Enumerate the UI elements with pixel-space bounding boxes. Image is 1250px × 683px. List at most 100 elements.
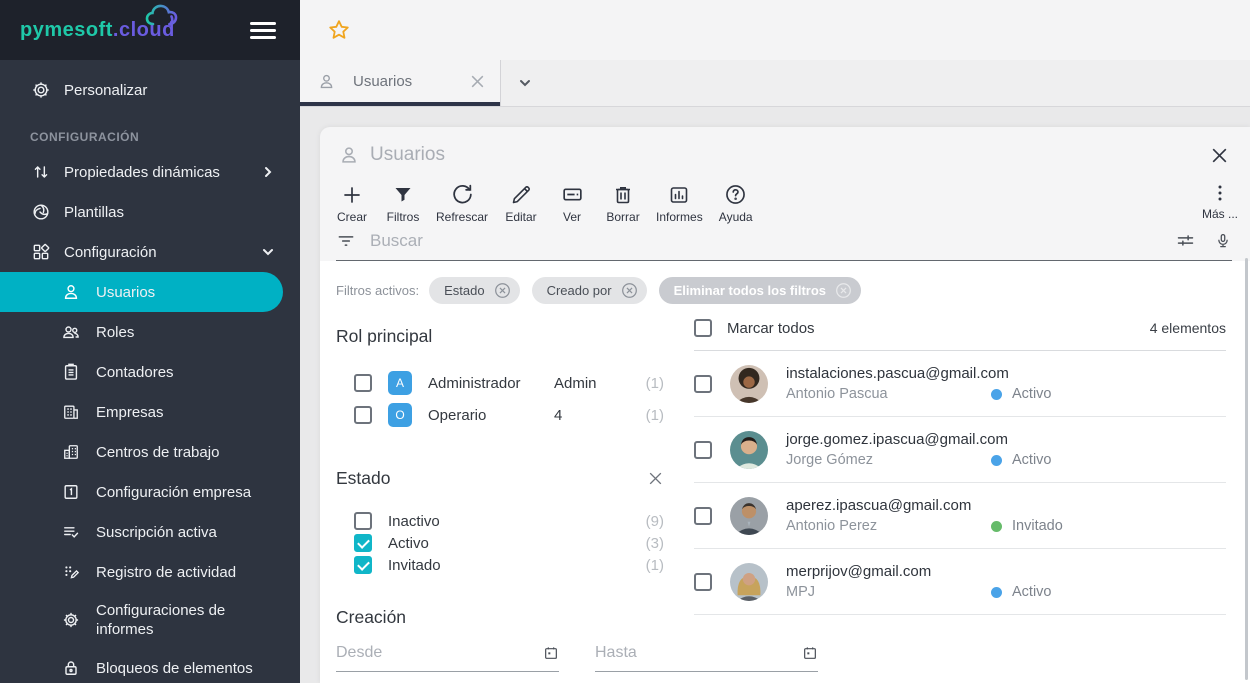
checkbox[interactable] <box>354 534 372 552</box>
sidebar-item-label: Propiedades dinámicas <box>64 164 220 181</box>
estado-row-inactivo: Inactivo (9) <box>354 510 668 532</box>
tab-usuarios[interactable]: Usuarios <box>300 60 500 106</box>
aperture-icon <box>30 202 52 222</box>
gear-icon <box>30 80 52 100</box>
toolbar: Crear Filtros Refrescar <box>320 173 1250 226</box>
close-icon[interactable] <box>1209 145 1230 166</box>
sidebar: pymesoft.cloud Personalizar CONFI <box>0 0 300 683</box>
status-dot <box>991 389 1002 400</box>
sidebar-item-plantillas[interactable]: Plantillas <box>0 192 300 232</box>
date-from-field[interactable] <box>336 644 559 672</box>
sidebar-item-bloqueos-de-elementos[interactable]: Bloqueos de elementos <box>0 648 300 683</box>
factory-icon <box>60 442 82 462</box>
square-one-icon <box>60 482 82 502</box>
user-row[interactable]: merprijov@gmail.com MPJ Activo <box>694 549 1226 615</box>
sidebar-item-label: Configuración <box>64 244 157 261</box>
editar-button[interactable]: Editar <box>503 181 539 224</box>
sidebar-item-propiedades-dinamicas[interactable]: Propiedades dinámicas <box>0 152 300 192</box>
sidebar-item-label: Configuraciones de informes <box>96 601 266 640</box>
sidebar-item-personalizar[interactable]: Personalizar <box>0 68 300 112</box>
crear-button[interactable]: Crear <box>334 181 370 224</box>
role-badge: O <box>388 403 412 427</box>
sidebar-item-empresas[interactable]: Empresas <box>0 392 300 432</box>
date-from-input[interactable] <box>336 644 543 662</box>
grid-icon <box>30 242 52 262</box>
search-input[interactable] <box>370 231 1157 251</box>
rol-row-operario: O Operario 4 (1) <box>354 399 668 431</box>
mas-button[interactable]: Más ... <box>1202 181 1238 221</box>
sidebar-item-roles[interactable]: Roles <box>0 312 300 352</box>
filter-chip-estado[interactable]: Estado <box>429 277 519 304</box>
select-all-label: Marcar todos <box>727 320 815 337</box>
dots-vertical-icon <box>1208 181 1232 205</box>
vertical-scrollbar[interactable] <box>1245 258 1248 680</box>
clear-all-filters-chip[interactable]: Eliminar todos los filtros <box>659 277 861 304</box>
sidebar-item-label: Configuración empresa <box>96 484 251 501</box>
avatar <box>730 563 768 601</box>
user-row[interactable]: instalaciones.pascua@gmail.com Antonio P… <box>694 351 1226 417</box>
borrar-button[interactable]: Borrar <box>605 181 641 224</box>
sidebar-item-contadores[interactable]: Contadores <box>0 352 300 392</box>
tab-label: Usuarios <box>353 73 469 90</box>
row-checkbox[interactable] <box>694 507 712 525</box>
active-filters-label: Filtros activos: <box>336 283 419 298</box>
checkbox[interactable] <box>354 406 372 424</box>
microphone-icon[interactable] <box>1214 231 1232 251</box>
panel-title: Usuarios <box>370 144 445 166</box>
remove-filter-icon[interactable] <box>621 282 638 299</box>
checkbox[interactable] <box>354 374 372 392</box>
tune-sliders-icon[interactable] <box>1175 230 1196 251</box>
tab-close-icon[interactable] <box>469 73 486 90</box>
sidebar-item-suscripcion-activa[interactable]: Suscripción activa <box>0 512 300 552</box>
user-row[interactable]: aperez.ipascua@gmail.com Antonio Perez I… <box>694 483 1226 549</box>
favorites-bar <box>300 0 1250 60</box>
avatar <box>730 497 768 535</box>
dots-pencil-icon <box>60 562 82 582</box>
chevron-right-icon <box>262 166 274 178</box>
row-checkbox[interactable] <box>694 573 712 591</box>
clear-estado-filter-icon[interactable] <box>647 470 664 487</box>
remove-filter-icon[interactable] <box>835 282 852 299</box>
sidebar-item-label: Empresas <box>96 404 164 421</box>
menu-icon[interactable] <box>250 18 276 43</box>
user-row[interactable]: jorge.gomez.ipascua@gmail.com Jorge Góme… <box>694 417 1226 483</box>
estado-row-invitado: Invitado (1) <box>354 554 668 576</box>
filter-column: Rol principal A Administrador Admin (1) … <box>336 314 668 672</box>
calendar-icon[interactable] <box>543 645 559 661</box>
checkbox[interactable] <box>354 512 372 530</box>
filter-chip-creado-por[interactable]: Creado por <box>532 277 647 304</box>
remove-filter-icon[interactable] <box>494 282 511 299</box>
informes-button[interactable]: Informes <box>656 181 703 224</box>
bar-chart-icon <box>667 181 691 208</box>
sidebar-item-label: Contadores <box>96 364 174 381</box>
filtros-button[interactable]: Filtros <box>385 181 421 224</box>
cloud-icon <box>145 2 191 32</box>
star-icon[interactable] <box>327 18 351 42</box>
estado-section-header: Estado <box>336 468 668 489</box>
creacion-title: Creación <box>336 607 668 628</box>
sidebar-item-configuraciones-de-informes[interactable]: Configuraciones de informes <box>0 592 300 648</box>
ver-button[interactable]: Ver <box>554 181 590 224</box>
pencil-icon <box>509 181 533 208</box>
sidebar-item-centros-de-trabajo[interactable]: Centros de trabajo <box>0 432 300 472</box>
row-checkbox[interactable] <box>694 375 712 393</box>
rol-principal-title: Rol principal <box>336 326 668 347</box>
select-all-checkbox[interactable] <box>694 319 712 337</box>
app-logo: pymesoft.cloud <box>20 19 175 42</box>
sidebar-item-configuracion-empresa[interactable]: Configuración empresa <box>0 472 300 512</box>
row-checkbox[interactable] <box>694 441 712 459</box>
sidebar-item-label: Suscripción activa <box>96 524 217 541</box>
sidebar-item-registro-de-actividad[interactable]: Registro de actividad <box>0 552 300 592</box>
card-view-icon <box>560 181 585 208</box>
user-name: MPJ <box>786 584 991 600</box>
role-badge: A <box>388 371 412 395</box>
rol-row-administrador: A Administrador Admin (1) <box>354 367 668 399</box>
sidebar-item-usuarios[interactable]: Usuarios <box>0 272 283 312</box>
tab-list-dropdown[interactable] <box>501 60 549 106</box>
checkbox[interactable] <box>354 556 372 574</box>
refrescar-button[interactable]: Refrescar <box>436 181 488 224</box>
user-status: Activo <box>1012 584 1052 600</box>
user-email: aperez.ipascua@gmail.com <box>786 497 1226 514</box>
sidebar-item-configuracion[interactable]: Configuración <box>0 232 300 272</box>
ayuda-button[interactable]: Ayuda <box>718 181 754 224</box>
